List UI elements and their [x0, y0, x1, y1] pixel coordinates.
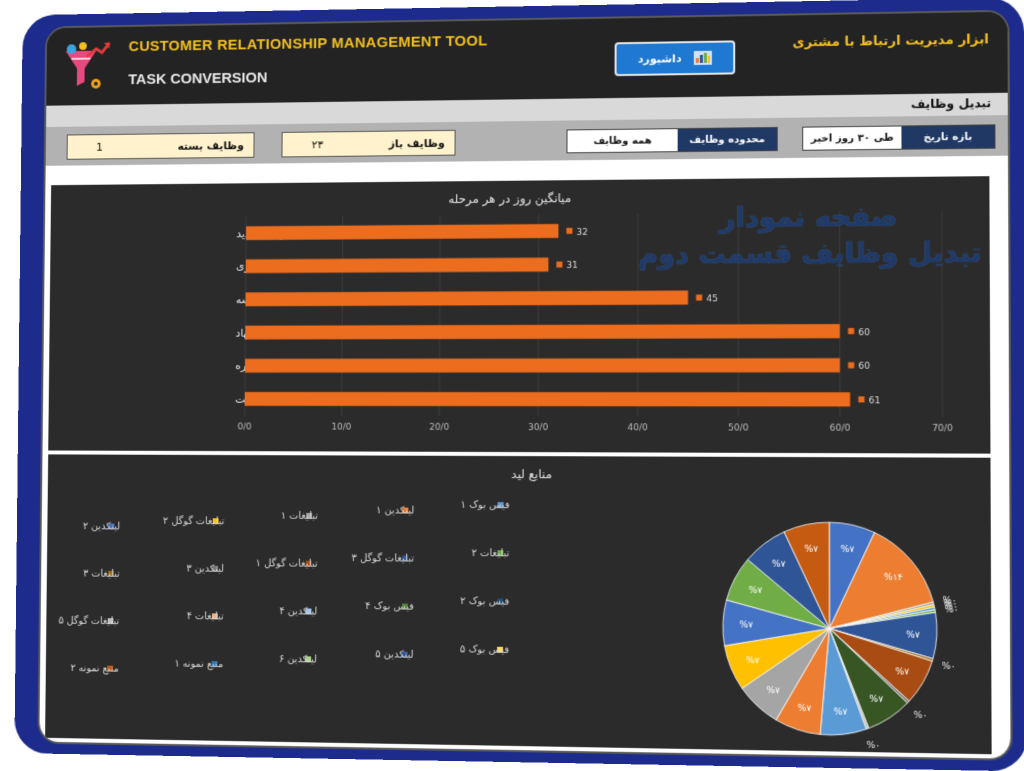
bar-chart-title: میانگین روز در هر مرحله	[448, 191, 571, 207]
bar-tick-label: 50/0	[728, 423, 749, 433]
bar-gridline	[245, 217, 247, 416]
section-title: تبدیل وظایف	[911, 96, 991, 111]
worksheet-area: میانگین روز در هر مرحله 0/0 10/0 20/0 30/0 40…	[39, 156, 1010, 759]
legend-item-label: لینکدین ۲	[83, 521, 120, 532]
bar-label-marker	[696, 295, 702, 301]
bar-value-label: 45	[706, 294, 718, 304]
bar-label-marker	[858, 396, 864, 402]
pie-slice-label: %۷	[772, 559, 786, 569]
date-range-value[interactable]: طی ۳۰ روز اخیر	[803, 126, 901, 149]
bar-gridline	[538, 214, 539, 416]
app-title: CUSTOMER RELATIONSHIP MANAGEMENT TOOL	[129, 33, 488, 55]
legend-item-label: لینکدین ۳	[186, 563, 224, 574]
legend-item-label: تبلیغات ۴	[187, 611, 224, 623]
legend-item-label: تبلیغات ۱	[281, 511, 318, 522]
funnel-logo-icon	[58, 37, 116, 96]
days-per-stage-chart: میانگین روز در هر مرحله 0/0 10/0 20/0 30/0 40…	[48, 176, 990, 453]
dashboard-button[interactable]: داشبورد	[615, 40, 736, 76]
pie-slice-label: %۷	[804, 544, 818, 554]
legend-item-label: فیس بوک ۴	[365, 601, 414, 613]
header-bar: CUSTOMER RELATIONSHIP MANAGEMENT TOOL TA…	[46, 12, 1007, 106]
pie-slice-label: %۷	[740, 621, 754, 632]
legend-item-label: لینکدین ۱	[376, 505, 414, 516]
legend-item-label: تبلیغات گوگل ۵	[58, 614, 119, 627]
bar-tick-label: 20/0	[429, 423, 449, 433]
closed-tasks-box: 1 وظایف بسته	[67, 132, 255, 160]
legend-item-label: تبلیغات ۲	[472, 548, 510, 560]
closed-tasks-value: 1	[96, 140, 103, 153]
task-scope-selector: همه وظایف محدوده وظایف	[566, 127, 777, 153]
bar-label-marker	[848, 328, 854, 334]
pie-slice-label: %۰	[914, 710, 928, 721]
pie-slice-label: %۷	[749, 586, 763, 597]
bar-value-label: 60	[858, 362, 870, 372]
bar-tick-label: 0/0	[237, 422, 251, 432]
legend-item-label: فیس بوک ۱	[461, 500, 510, 512]
legend-item-label: منبع نمونه ۲	[70, 663, 118, 675]
bar-tick-label: 60/0	[830, 423, 851, 433]
legend-item-label: تبلیغات ۳	[83, 568, 120, 579]
bar-value-label: 31	[566, 261, 577, 271]
app-window: CUSTOMER RELATIONSHIP MANAGEMENT TOOL TA…	[37, 10, 1012, 761]
date-range-label: بازه تاریخ	[901, 125, 994, 148]
bar-value-label: 32	[576, 228, 587, 238]
legend-item-label: منبع نمونه ۱	[174, 658, 223, 670]
bar	[246, 224, 558, 240]
pie-chart-title: منابع لید	[511, 467, 552, 481]
dashboard-icon	[694, 51, 712, 65]
page-title: TASK CONVERSION	[128, 69, 267, 88]
pie-chart-svg: منابع لید لینکدین ۲ تبلیغات گوگل ۲ تبلیغات …	[45, 454, 992, 754]
pie-slice-label: %۷	[895, 667, 909, 678]
pie-slice-label: %۱۴	[884, 573, 903, 584]
closed-tasks-label: وظایف بسته	[177, 139, 243, 152]
bar	[245, 291, 688, 307]
legend-item-label: فیس بوک ۲	[460, 596, 509, 608]
dashboard-button-label: داشبورد	[638, 52, 682, 66]
legend-item-label: تبلیغات گوگل ۱	[256, 557, 318, 570]
task-scope-value[interactable]: همه وظایف	[567, 129, 677, 152]
pie-slice-label: %۷	[798, 704, 812, 715]
pie-slice-label: %۰	[866, 741, 880, 752]
pie-slice-label: %۷	[906, 631, 920, 642]
bar-label-marker	[566, 228, 572, 234]
legend-item-label: لینکدین ۴	[279, 606, 317, 618]
bar-label-marker	[556, 262, 562, 268]
bar	[245, 324, 840, 339]
pie-slice-label: %۰	[945, 605, 959, 616]
bar	[246, 258, 549, 274]
pie-slice-label: %۷	[766, 686, 780, 697]
bar-tick-label: 40/0	[628, 423, 649, 433]
app-title-fa: ابزار مدیریت ارتباط با مشتری	[792, 32, 988, 50]
bar	[245, 392, 850, 407]
pie-slice-label: %۷	[841, 545, 855, 556]
open-tasks-label: وظایف باز	[389, 136, 445, 149]
legend-item-label: فیس بوک ۵	[460, 644, 509, 656]
pie-slice-label: %۷	[746, 656, 760, 667]
bar-tick-label: 70/0	[932, 424, 953, 434]
legend-item-label: لینکدین ۵	[375, 649, 413, 661]
legend-item-label: تبلیغات گوگل ۲	[163, 515, 225, 527]
device-frame: CUSTOMER RELATIONSHIP MANAGEMENT TOOL TA…	[14, 0, 1024, 771]
bar-gridline	[439, 215, 440, 416]
open-tasks-box: ۲۳ وظایف باز	[281, 130, 455, 158]
pie-slice-label: %۰	[942, 661, 956, 672]
bar-tick-label: 10/0	[332, 423, 352, 433]
pie-slice-label: %۷	[869, 695, 883, 706]
bar-label-marker	[848, 362, 854, 368]
open-tasks-value: ۲۳	[312, 138, 324, 151]
chart-page-overlay-title: صفحه نمودار تبدیل وظایف قسمت دوم	[636, 199, 983, 274]
bar-value-label: 61	[869, 396, 881, 406]
pie-slice-label: %۷	[834, 708, 848, 719]
task-scope-label: محدوده وظایف	[678, 128, 777, 151]
overlay-line-1: صفحه نمودار	[636, 199, 983, 238]
date-range-selector: طی ۳۰ روز اخیر بازه تاریخ	[802, 124, 995, 150]
lead-sources-chart: منابع لید لینکدین ۲ تبلیغات گوگل ۲ تبلیغات …	[45, 454, 992, 754]
bar-tick-label: 30/0	[528, 423, 549, 433]
bar	[245, 358, 840, 372]
bar-value-label: 60	[858, 328, 870, 338]
overlay-line-2: تبدیل وظایف قسمت دوم	[636, 235, 983, 273]
bar-gridline	[342, 216, 343, 416]
legend-item-label: تبلیغات گوگل ۳	[352, 552, 415, 565]
legend-item-label: لینکدین ۶	[279, 654, 317, 666]
